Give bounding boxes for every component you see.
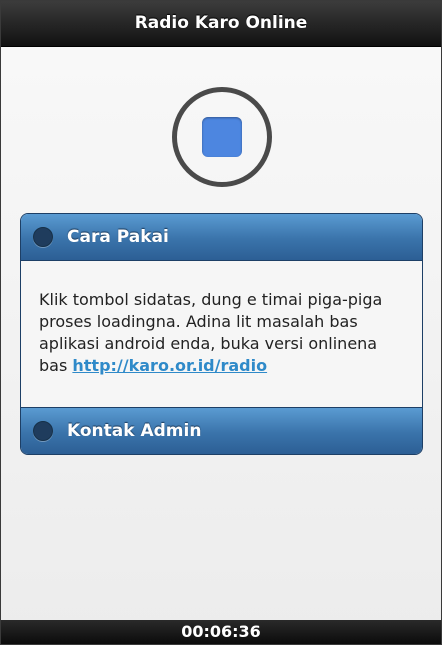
- player-control: [157, 87, 287, 187]
- elapsed-time: 00:06:36: [1, 620, 441, 644]
- section-title: Kontak Admin: [67, 421, 202, 441]
- stop-button[interactable]: [172, 87, 272, 187]
- collapsible-set: Cara Pakai Klik tombol sidatas, dung e t…: [20, 213, 423, 455]
- section-title: Cara Pakai: [67, 227, 169, 247]
- app-screen: Radio Karo Online Cara Pakai Klik tombol…: [0, 0, 442, 645]
- collapse-indicator-icon: [33, 227, 53, 247]
- header-title: Radio Karo Online: [1, 1, 441, 47]
- section-header-kontak-admin[interactable]: Kontak Admin: [21, 408, 422, 454]
- section-content-cara-pakai: Klik tombol sidatas, dung e timai piga-p…: [21, 260, 422, 408]
- section-header-cara-pakai[interactable]: Cara Pakai: [21, 214, 422, 260]
- online-version-link[interactable]: http://karo.or.id/radio: [72, 356, 267, 375]
- stop-icon: [202, 117, 242, 157]
- expand-indicator-icon: [33, 421, 53, 441]
